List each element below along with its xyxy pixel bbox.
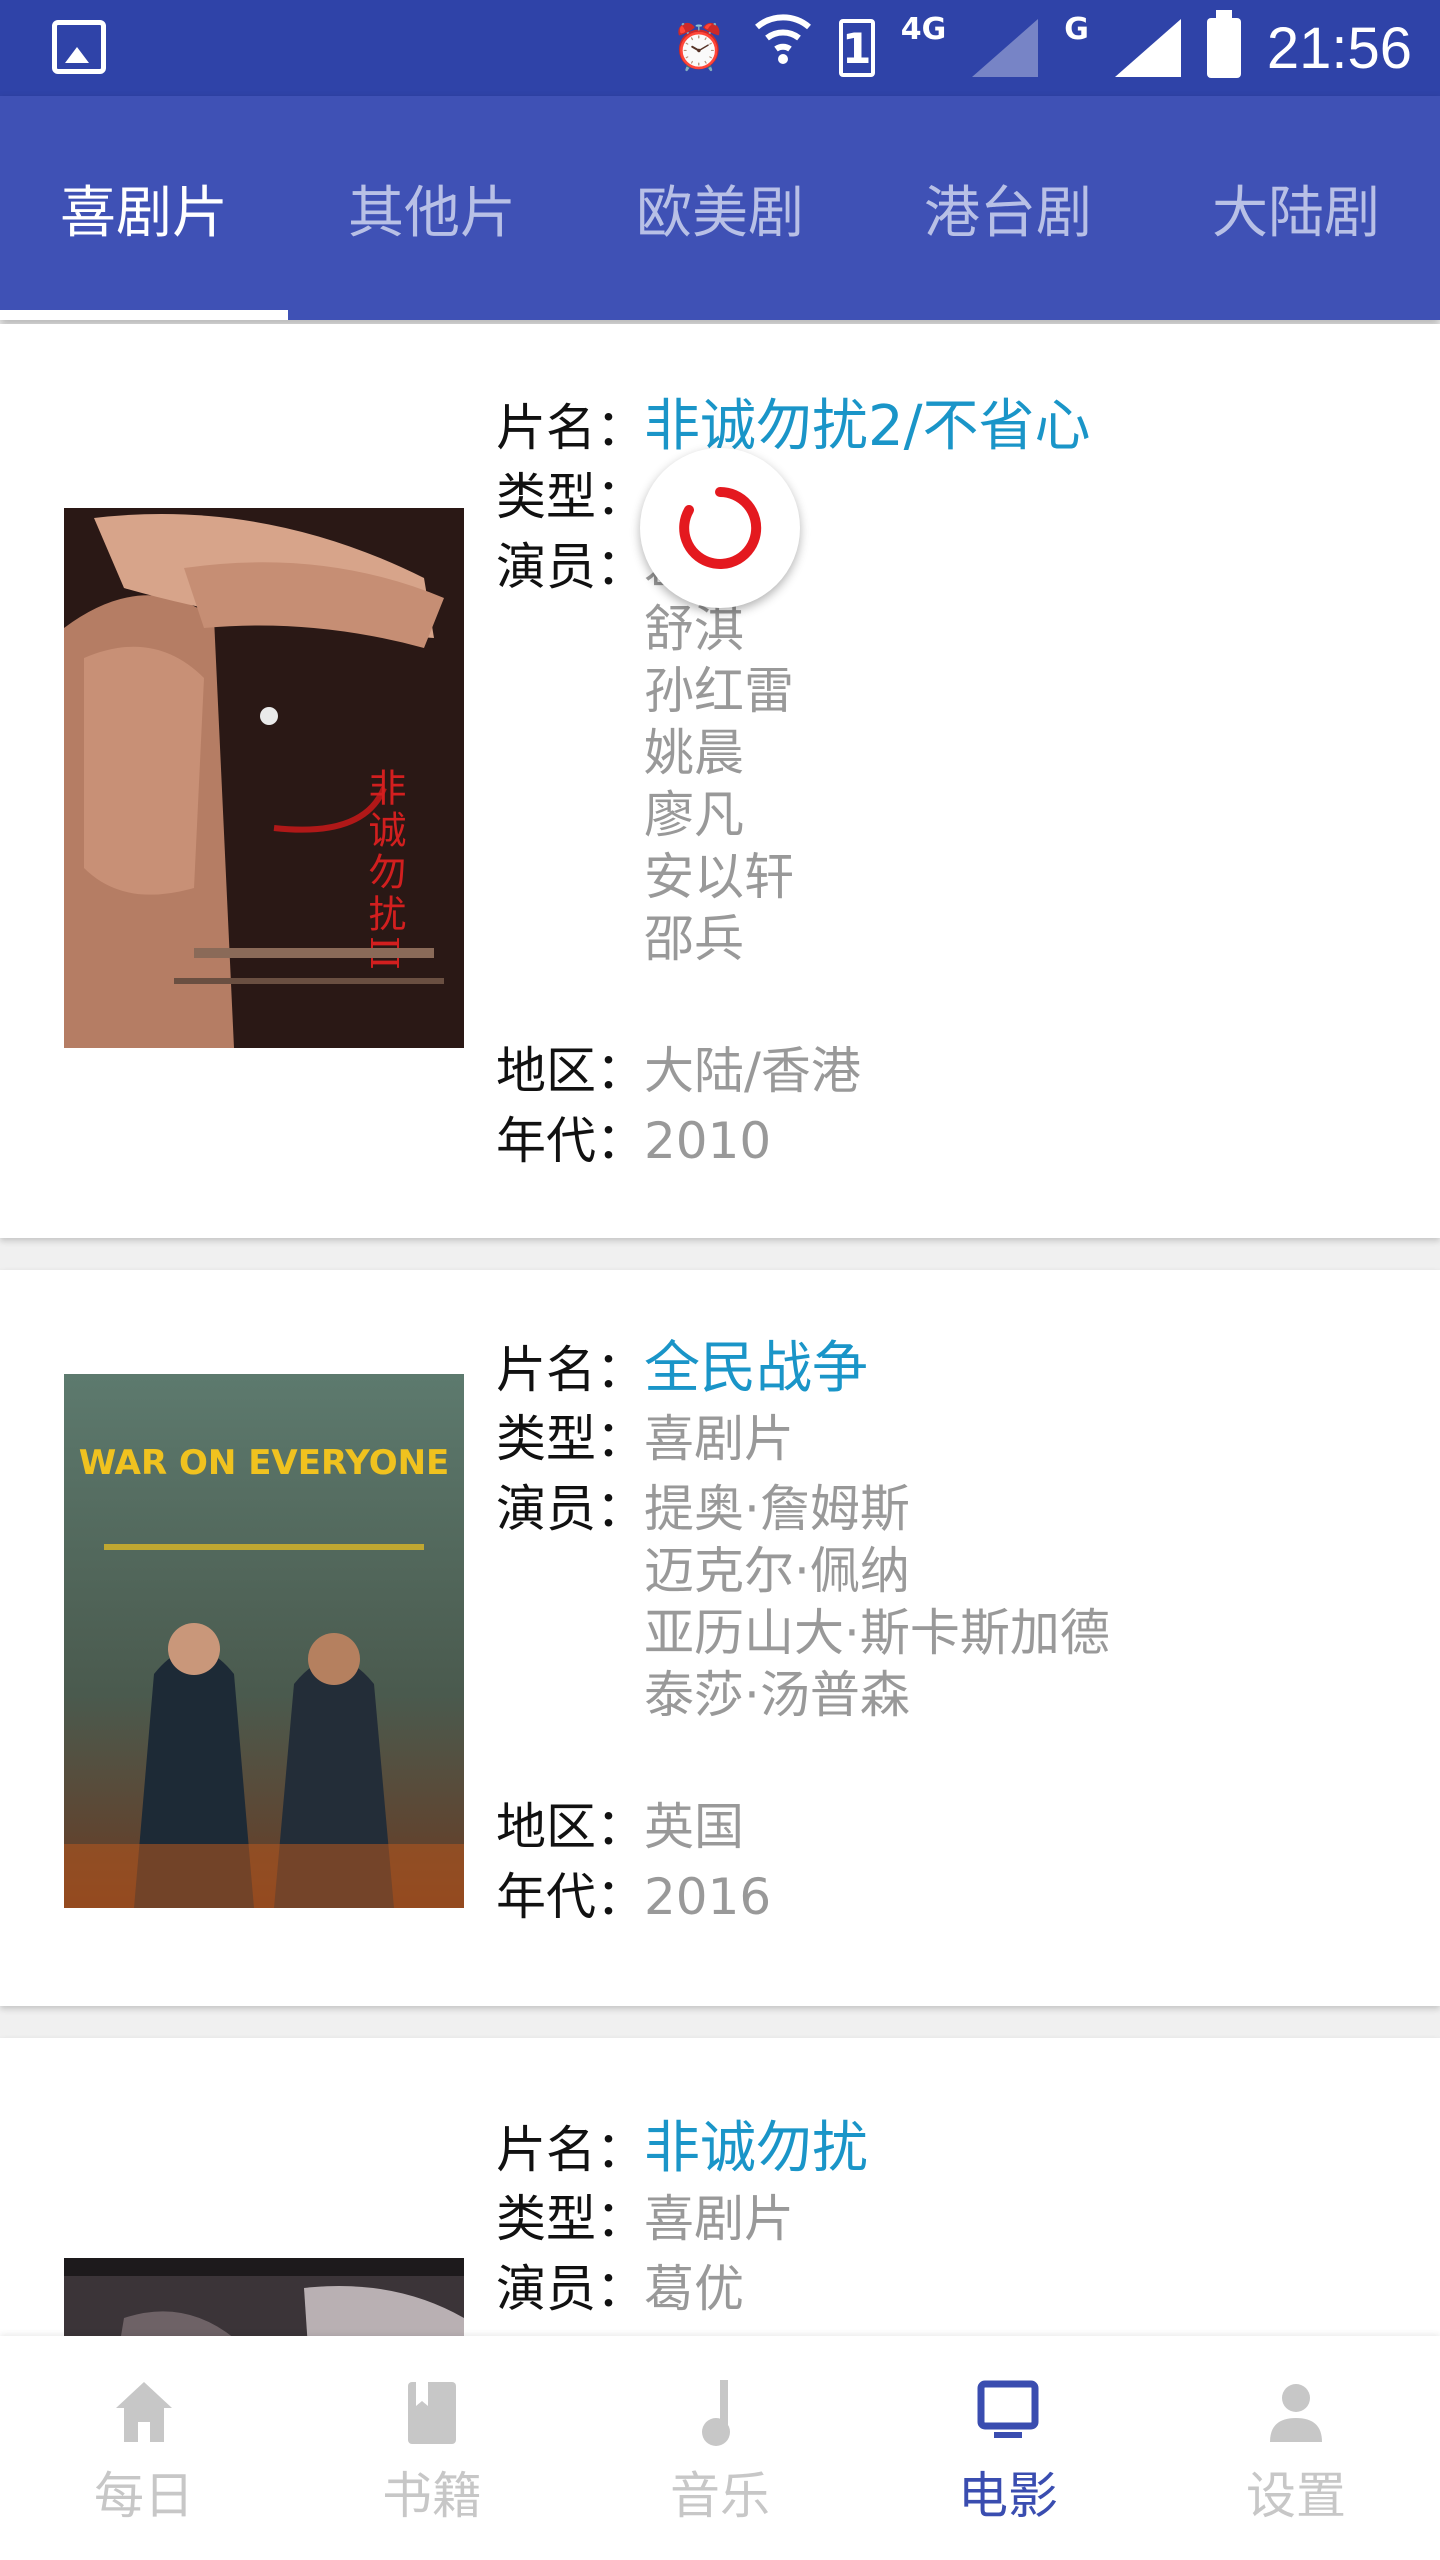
- music-note-icon: [702, 2380, 730, 2446]
- poster-title-text: WAR ON EVERYONE: [79, 1443, 450, 1483]
- nav-item-books[interactable]: 书籍: [288, 2336, 576, 2560]
- movie-genre: 喜剧片: [644, 1410, 794, 1468]
- cast-member: 邵兵: [644, 910, 744, 968]
- movie-poster[interactable]: WAR ON EVERYONE: [64, 1374, 464, 1908]
- nav-item-music[interactable]: 音乐: [576, 2336, 864, 2560]
- movie-genre: 喜剧片: [644, 2190, 794, 2248]
- cast-member: 泰莎·汤普森: [644, 1666, 910, 1724]
- movie-poster[interactable]: 非诚勿扰II: [64, 508, 464, 1048]
- region-label: 地区：: [496, 1042, 646, 1100]
- title-label: 片名：: [496, 399, 646, 457]
- nav-item-movies[interactable]: 电影: [864, 2336, 1152, 2560]
- bottom-navigation: 每日 书籍 音乐 电影 设置: [0, 2336, 1440, 2560]
- genre-label: 类型：: [496, 2190, 646, 2248]
- year-label: 年代：: [496, 1112, 646, 1170]
- status-bar: ⏰ 1 4G G 21:56: [0, 0, 1440, 96]
- cast-member: 孙红雷: [644, 662, 794, 720]
- movie-region: 英国: [644, 1798, 744, 1856]
- movie-region: 大陆/香港: [644, 1042, 861, 1100]
- clock: 21:56: [1266, 15, 1412, 81]
- nav-label: 每日: [94, 2467, 194, 2525]
- nav-item-settings[interactable]: 设置: [1152, 2336, 1440, 2560]
- year-label: 年代：: [496, 1868, 646, 1926]
- tab-comedy[interactable]: 喜剧片: [0, 96, 288, 320]
- status-icons: ⏰ 1 4G G 21:56: [672, 8, 1412, 88]
- movie-title[interactable]: 非诚勿扰: [644, 2116, 868, 2181]
- title-label: 片名：: [496, 1341, 646, 1399]
- nav-label: 设置: [1246, 2467, 1346, 2525]
- cast-label: 演员：: [496, 2260, 646, 2318]
- refresh-spinner-icon: [679, 486, 762, 569]
- cast-member: 亚历山大·斯卡斯加德: [644, 1604, 1110, 1662]
- cast-member: 葛优: [644, 2260, 744, 2318]
- battery-icon: [1206, 10, 1241, 78]
- nav-label: 书籍: [382, 2467, 482, 2525]
- cast-member: 廖凡: [644, 786, 744, 844]
- image-notification-icon: [52, 20, 106, 74]
- network-type-label: 4G: [900, 12, 947, 47]
- cast-member: 姚晨: [644, 724, 744, 782]
- sim-badge: 1: [838, 19, 875, 77]
- book-icon: [408, 2382, 456, 2444]
- cast-member: 安以轩: [644, 848, 794, 906]
- secondary-network-label: G: [1064, 12, 1089, 47]
- genre-label: 类型：: [496, 1410, 646, 1468]
- cast-label: 演员：: [496, 1480, 646, 1538]
- movie-title[interactable]: 全民战争: [644, 1336, 868, 1401]
- genre-label: 类型：: [496, 468, 646, 526]
- nav-label: 音乐: [670, 2467, 770, 2525]
- cast-member: 迈克尔·佩纳: [644, 1542, 910, 1600]
- nav-item-daily[interactable]: 每日: [0, 2336, 288, 2560]
- wifi-icon: [753, 5, 813, 91]
- poster-title-text: 非诚勿扰II: [362, 768, 406, 974]
- tab-mainland-series[interactable]: 大陆剧: [1152, 96, 1440, 320]
- movie-year: 2016: [644, 1868, 772, 1926]
- loading-spinner: [640, 448, 800, 608]
- title-label: 片名：: [496, 2121, 646, 2179]
- tv-icon: [977, 2380, 1039, 2438]
- person-icon: [1270, 2384, 1322, 2442]
- cast-member: 提奥·詹姆斯: [644, 1480, 910, 1538]
- tab-other[interactable]: 其他片: [288, 96, 576, 320]
- nav-label: 电影: [958, 2467, 1058, 2525]
- active-tab-indicator: [0, 310, 288, 320]
- tab-hktw-series[interactable]: 港台剧: [864, 96, 1152, 320]
- signal-strength-icon: [972, 19, 1039, 77]
- cast-label: 演员：: [496, 538, 646, 596]
- category-tab-bar: 喜剧片 其他片 欧美剧 港台剧 大陆剧: [0, 96, 1440, 320]
- alarm-icon: ⏰: [671, 22, 727, 73]
- tab-western-series[interactable]: 欧美剧: [576, 96, 864, 320]
- home-icon: [116, 2382, 172, 2442]
- signal-strength-icon-2: [1114, 19, 1181, 77]
- region-label: 地区：: [496, 1798, 646, 1856]
- movie-year: 2010: [644, 1112, 772, 1170]
- movie-card[interactable]: WAR ON EVERYONE 片名：全民战争 类型：喜剧片 演员： 提奥·詹姆…: [0, 1270, 1440, 2006]
